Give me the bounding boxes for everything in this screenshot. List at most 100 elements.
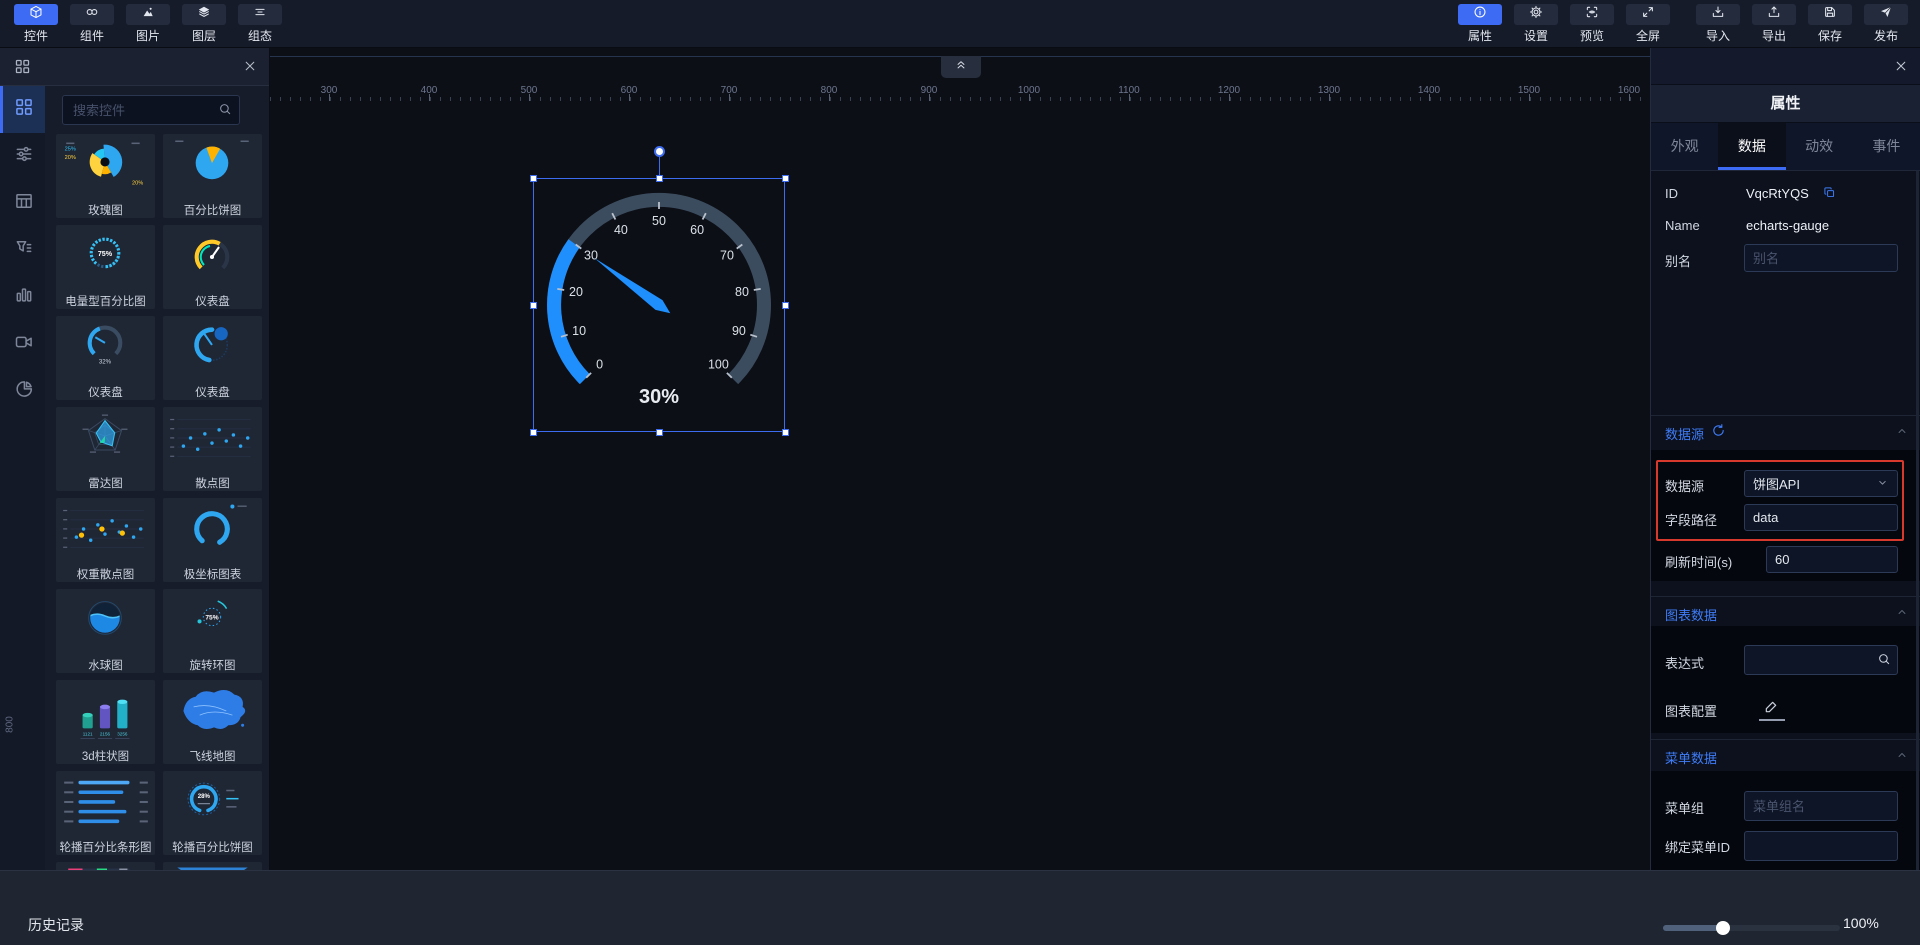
toolbar-button-label: 属性 xyxy=(1467,29,1492,43)
toolbar-button-right-4[interactable]: 导入 xyxy=(1690,0,1746,44)
toolbar-button-left-3[interactable]: 图层 xyxy=(176,0,232,44)
toolbar-button-right-6[interactable]: 保存 xyxy=(1802,0,1858,44)
widget-tile-label: 仪表盘 xyxy=(195,387,230,399)
rail-item-4[interactable] xyxy=(0,274,45,321)
zoom-slider[interactable] xyxy=(1663,921,1840,935)
rail-item-6[interactable] xyxy=(0,368,45,415)
widget-tile-label: 玫瑰图 xyxy=(88,205,123,217)
toolbar-button-left-2[interactable]: 图片 xyxy=(120,0,176,44)
resize-handle-nw[interactable] xyxy=(530,175,537,182)
widget-tile-scatter-weight[interactable]: 权重散点图 xyxy=(56,498,155,582)
widget-tile-trapezoid[interactable] xyxy=(163,862,262,870)
resize-handle-sw[interactable] xyxy=(530,429,537,436)
toolbar-button-right-1[interactable]: 设置 xyxy=(1508,0,1564,44)
panel-scrollbar[interactable] xyxy=(1916,171,1919,870)
refresh-icon[interactable] xyxy=(1711,423,1726,443)
properties-tab-3[interactable]: 事件 xyxy=(1853,123,1920,170)
widget-category-rail xyxy=(0,86,45,870)
resize-handle-ne[interactable] xyxy=(782,175,789,182)
toolbar-button-right-7[interactable]: 发布 xyxy=(1858,0,1914,44)
name-value: echarts-gauge xyxy=(1746,218,1830,233)
section-chartdata[interactable]: 图表数据 xyxy=(1651,596,1920,626)
fieldpath-input[interactable] xyxy=(1744,504,1898,531)
widget-tile-ring[interactable]: 75% 电量型百分比图 xyxy=(56,225,155,309)
close-properties-icon[interactable] xyxy=(1894,59,1908,78)
edit-chart-config-button[interactable] xyxy=(1763,699,1779,720)
toolbar-button-right-0[interactable]: 属性 xyxy=(1452,0,1508,44)
rotate-handle[interactable] xyxy=(654,146,665,157)
toolbar-button-right-5[interactable]: 导出 xyxy=(1746,0,1802,44)
publish-icon xyxy=(1879,5,1893,24)
menugroup-input[interactable] xyxy=(1744,791,1898,821)
chevron-up-icon xyxy=(1895,424,1909,443)
widget-tile-map[interactable]: 飞线地图 xyxy=(163,680,262,764)
export-icon xyxy=(1767,5,1781,24)
resize-handle-se[interactable] xyxy=(782,429,789,436)
widget-tile-gauge-dial[interactable]: 仪表盘 xyxy=(163,316,262,400)
resize-handle-s[interactable] xyxy=(656,429,663,436)
grid-icon xyxy=(14,97,34,122)
expression-field-wrap xyxy=(1744,645,1898,675)
datasource-label: 数据源 xyxy=(1665,479,1705,494)
widget-tile-gauge-colorful[interactable]: 仪表盘 xyxy=(163,225,262,309)
rail-item-2[interactable] xyxy=(0,180,45,227)
lines-icon xyxy=(253,5,267,24)
search-input[interactable] xyxy=(62,95,240,125)
gear-icon xyxy=(1529,5,1543,24)
resize-handle-n[interactable] xyxy=(656,175,663,182)
rail-item-1[interactable] xyxy=(0,133,45,180)
copy-icon xyxy=(1823,186,1836,203)
widget-tile-scatter[interactable]: 散点图 xyxy=(163,407,262,491)
widget-tile-ring-carousel[interactable]: 28% 轮播百分比饼图 xyxy=(163,771,262,855)
expression-input[interactable] xyxy=(1744,645,1898,675)
pie-thumbnail-icon xyxy=(175,140,249,180)
history-panel-toggle[interactable]: 历史记录 xyxy=(28,915,84,935)
collapse-canvas-button[interactable] xyxy=(941,56,981,78)
close-widget-panel-icon[interactable] xyxy=(243,59,257,78)
resize-handle-e[interactable] xyxy=(782,302,789,309)
refresh-field-wrap xyxy=(1766,546,1898,573)
copy-id-button[interactable] xyxy=(1823,186,1836,204)
toolbar-button-left-4[interactable]: 组态 xyxy=(232,0,288,44)
properties-tab-0[interactable]: 外观 xyxy=(1651,123,1718,170)
properties-tabs: 外观 数据 动效 事件 xyxy=(1651,123,1920,171)
datasource-select[interactable]: 饼图API xyxy=(1744,470,1898,497)
properties-tab-1[interactable]: 数据 xyxy=(1718,123,1786,170)
rail-item-5[interactable] xyxy=(0,321,45,368)
widget-tile-radar[interactable]: 雷达图 xyxy=(56,407,155,491)
widget-tile-pie[interactable]: 百分比饼图 xyxy=(163,134,262,218)
section-menudata[interactable]: 菜单数据 xyxy=(1651,739,1920,769)
menugroup-label: 菜单组 xyxy=(1665,801,1705,816)
alias-input[interactable] xyxy=(1744,244,1898,272)
bindmenu-input[interactable] xyxy=(1744,831,1898,861)
widget-tile-strip[interactable] xyxy=(56,862,155,870)
widget-tile-label: 旋转环图 xyxy=(189,660,236,672)
widget-tile-gauge-blue[interactable]: 32% 仪表盘 xyxy=(56,316,155,400)
widget-tile-liquid[interactable]: 水球图 xyxy=(56,589,155,673)
toolbar-button-left-1[interactable]: 组件 xyxy=(64,0,120,44)
rail-item-3[interactable] xyxy=(0,227,45,274)
widget-tile-hbars[interactable]: 轮播百分比条形图 xyxy=(56,771,155,855)
strip-thumbnail-icon xyxy=(68,868,130,870)
toolbar-button-right-3[interactable]: 全屏 xyxy=(1620,0,1676,44)
ruler-label: 1600 xyxy=(1617,85,1641,96)
widget-tile-polar[interactable]: 极坐标图表 xyxy=(163,498,262,582)
search-icon[interactable] xyxy=(1877,652,1891,671)
ruler-label: 300 xyxy=(320,85,338,96)
widget-tile-ring-rotate[interactable]: 75% 旋转环图 xyxy=(163,589,262,673)
section-datasource[interactable]: 数据源 xyxy=(1651,415,1920,445)
properties-panel-topbar xyxy=(1651,48,1920,85)
properties-tab-2[interactable]: 动效 xyxy=(1786,123,1853,170)
gauge-blue-thumbnail-icon: 32% xyxy=(87,325,123,365)
resize-handle-w[interactable] xyxy=(530,302,537,309)
widget-tile-bar3d[interactable]: 1121 2156 3256 3d柱状图 xyxy=(56,680,155,764)
toolbar-button-left-0[interactable]: 控件 xyxy=(8,0,64,44)
zoom-slider-knob[interactable] xyxy=(1716,921,1730,935)
widget-tile-label: 水球图 xyxy=(88,660,123,672)
refresh-input[interactable] xyxy=(1766,546,1898,573)
widget-tile-rose[interactable]: 25% 20% 20% 玫瑰图 xyxy=(56,134,155,218)
search-icon xyxy=(218,102,232,121)
rail-item-0[interactable] xyxy=(0,86,45,133)
toolbar-right-group: 属性 设置 预览 全屏 导入 导出 保存 发布 xyxy=(1452,0,1914,48)
toolbar-button-right-2[interactable]: 预览 xyxy=(1564,0,1620,44)
